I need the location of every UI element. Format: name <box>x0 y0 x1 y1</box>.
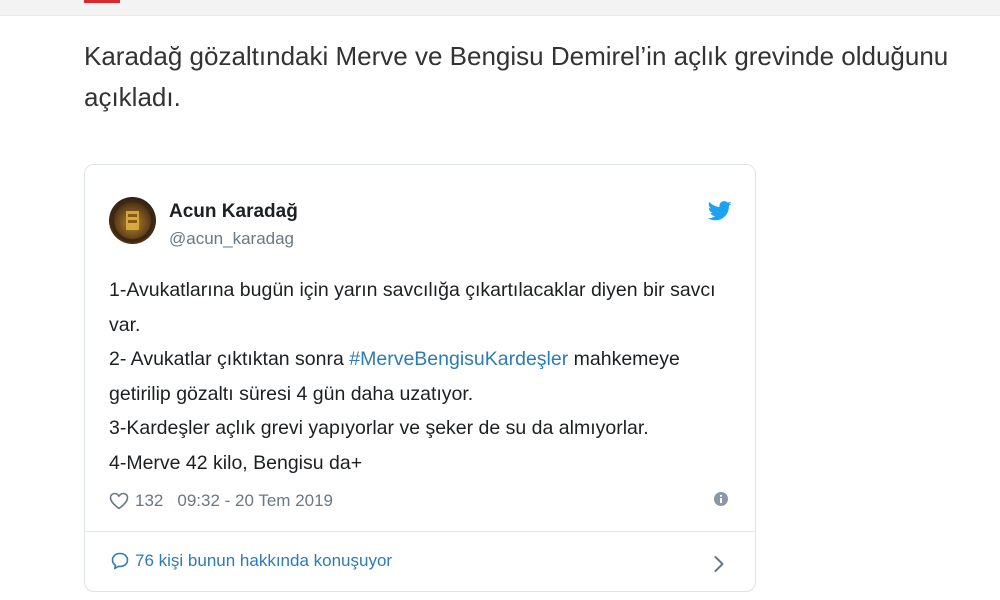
red-accent-mark <box>84 0 120 3</box>
tweet-line-2-start: 2- Avukatlar çıktıktan sonra <box>109 348 350 370</box>
top-bar <box>0 0 1000 16</box>
tweet-line-1: 1-Avukatlarına bugün için yarın savcılığ… <box>109 279 716 336</box>
like-count[interactable]: 132 <box>135 491 163 511</box>
tweet-author-name[interactable]: Acun Karadağ <box>169 201 298 223</box>
card-divider <box>85 531 755 532</box>
heart-icon[interactable] <box>109 492 129 510</box>
avatar[interactable] <box>109 197 156 244</box>
tweet-line-4: 4-Merve 42 kilo, Bengisu da+ <box>109 451 363 474</box>
twitter-bird-icon[interactable] <box>708 201 732 221</box>
article-headline: Karadağ gözaltındaki Merve ve Bengisu De… <box>84 41 949 112</box>
conversation-text[interactable]: 76 kişi bunun hakkında konuşuyor <box>135 551 392 571</box>
tweet-text: 1-Avukatlarına bugün için yarın savcılığ… <box>109 273 729 480</box>
tweet-timestamp[interactable]: 09:32 - 20 Tem 2019 <box>177 491 333 511</box>
chevron-right-icon[interactable] <box>713 555 725 573</box>
tweet-meta-row: 132 09:32 - 20 Tem 2019 <box>109 489 333 513</box>
avatar-image <box>111 199 154 242</box>
speech-bubble-icon <box>111 552 129 570</box>
conversation-link[interactable]: 76 kişi bunun hakkında konuşuyor <box>111 551 392 571</box>
tweet-author-handle[interactable]: @acun_karadag <box>169 229 294 249</box>
hashtag-link[interactable]: #MerveBengisuKardeşler <box>349 348 568 370</box>
embedded-tweet-card[interactable]: Acun Karadağ @acun_karadag 1-Avukatların… <box>84 164 756 592</box>
tweet-line-3: 3-Kardeşler açlık grevi yapıyorlar ve şe… <box>109 417 649 439</box>
info-icon[interactable] <box>714 492 728 506</box>
